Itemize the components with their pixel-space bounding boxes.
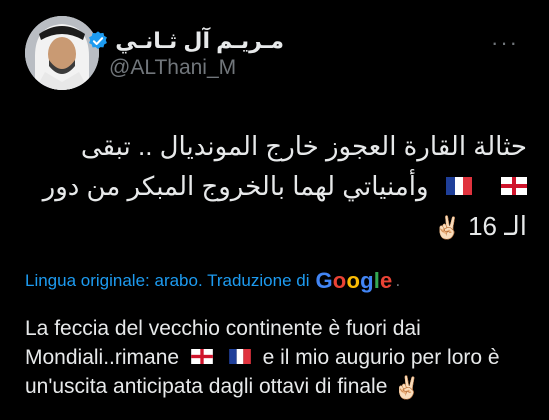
verified-badge-icon [87, 30, 109, 52]
original-line-1: حثالة القارة العجوز خارج المونديال .. تب… [80, 131, 527, 161]
tweet-translation: La feccia del vecchio continente è fuori… [25, 314, 530, 402]
original-line-3: الـ 16 ✌🏻 [22, 206, 527, 248]
translation-line-1: La feccia del vecchio continente è fuori… [25, 317, 421, 340]
original-line-2: وأمنياتي لهما بالخروج المبكر من دور [22, 166, 527, 206]
translation-line-3: un'uscita anticipata dagli ottavi di fin… [25, 372, 530, 402]
england-flag-icon [191, 348, 213, 364]
translation-attribution[interactable]: Lingua originale: arabo. Traduzione di G… [25, 268, 400, 294]
translation-line-2a: Mondiali..rimane [25, 346, 180, 369]
translation-line-2b: e il mio augurio per loro è [262, 346, 500, 369]
display-name[interactable]: مـريـم آل ثـانـي [115, 28, 284, 54]
original-line-3-text: الـ 16 [468, 211, 527, 241]
translation-line-3-text: un'uscita anticipata dagli ottavi di fin… [25, 375, 388, 398]
france-flag-icon [228, 348, 251, 364]
name-row: مـريـم آل ثـانـي [87, 28, 284, 54]
translation-suffix: . [395, 271, 401, 290]
translation-line-2: Mondiali..rimane e il mio augurio per lo… [25, 343, 530, 372]
england-flag-icon [501, 177, 527, 196]
france-flag-icon [445, 177, 472, 196]
user-handle[interactable]: @ALThani_M [109, 56, 236, 80]
victory-hand-icon: ✌🏻 [433, 215, 461, 241]
tweet-original-text: حثالة القارة العجوز خارج المونديال .. تب… [22, 126, 527, 248]
translation-label: Lingua originale: arabo. Traduzione di [25, 271, 310, 290]
google-logo: Google [315, 268, 393, 293]
more-options-icon[interactable]: ··· [491, 30, 519, 56]
victory-hand-icon: ✌🏻 [393, 374, 421, 400]
original-line-2-text: وأمنياتي لهما بالخروج المبكر من دور [42, 171, 429, 201]
tweet-header: مـريـم آل ثـانـي @ALThani_M ··· [25, 14, 529, 94]
